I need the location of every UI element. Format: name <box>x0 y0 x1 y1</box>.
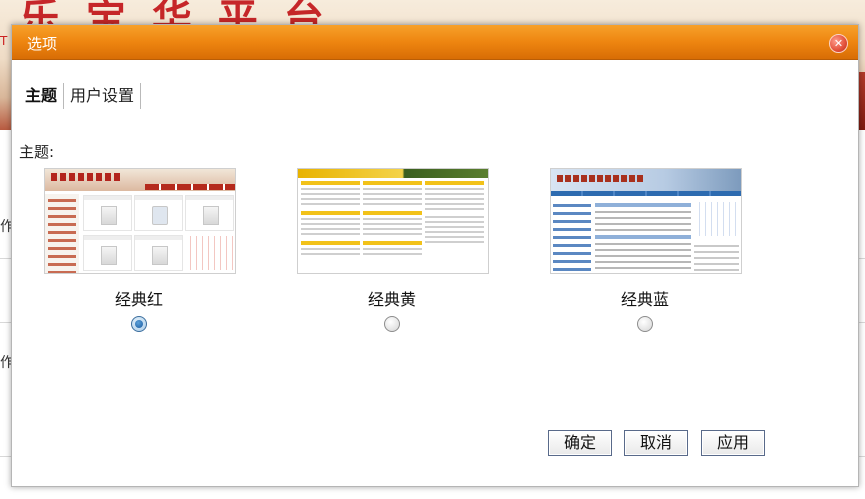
close-icon[interactable]: ✕ <box>829 34 848 53</box>
thumbnail-column <box>363 181 422 273</box>
tab-theme[interactable]: 主题 <box>19 83 65 109</box>
thumbnail-card <box>185 195 234 231</box>
thumbnail-header <box>298 169 488 178</box>
thumbnail-content <box>595 199 691 273</box>
options-dialog: 选项 ✕ 主题 用户设置 主题: 经典红 经典黄 经典蓝 确定 取消 应用 <box>11 24 859 487</box>
theme-radio-yellow[interactable] <box>384 316 400 332</box>
tab-bar: 主题 用户设置 <box>19 83 142 109</box>
tab-user-settings[interactable]: 用户设置 <box>64 83 142 109</box>
thumbnail-news <box>694 241 739 271</box>
thumbnail-card <box>83 235 132 271</box>
theme-thumbnail-yellow[interactable] <box>297 168 489 274</box>
thumbnail-sidebar <box>45 194 79 273</box>
thumbnail-sidebar <box>553 199 591 273</box>
apply-button[interactable]: 应用 <box>701 430 765 456</box>
thumbnail-nav <box>551 191 741 196</box>
theme-radio-red[interactable] <box>131 316 147 332</box>
theme-name-red: 经典红 <box>114 290 163 309</box>
thumbnail-header <box>551 169 741 191</box>
dialog-titlebar[interactable]: 选项 ✕ <box>12 25 858 60</box>
theme-thumbnail-red[interactable] <box>44 168 236 274</box>
theme-name-yellow: 经典黄 <box>367 290 416 309</box>
thumbnail-calendar <box>694 202 739 236</box>
thumbnail-column <box>301 181 360 273</box>
theme-thumbnail-blue[interactable] <box>550 168 742 274</box>
thumbnail-calendar <box>185 236 233 270</box>
theme-section-label: 主题: <box>19 143 55 161</box>
theme-option-blue: 经典蓝 <box>550 168 742 336</box>
background-text: T <box>0 34 8 48</box>
thumbnail-card <box>134 195 183 231</box>
cancel-button[interactable]: 取消 <box>624 430 688 456</box>
theme-radio-blue[interactable] <box>637 316 653 332</box>
thumbnail-card <box>83 195 132 231</box>
thumbnail-column <box>425 181 484 273</box>
theme-option-yellow: 经典黄 <box>297 168 489 336</box>
thumbnail-card <box>134 235 183 271</box>
thumbnail-nav <box>145 184 235 190</box>
dialog-title: 选项 <box>27 35 58 53</box>
theme-name-blue: 经典蓝 <box>620 290 669 309</box>
ok-button[interactable]: 确定 <box>548 430 612 456</box>
theme-option-red: 经典红 <box>44 168 236 336</box>
